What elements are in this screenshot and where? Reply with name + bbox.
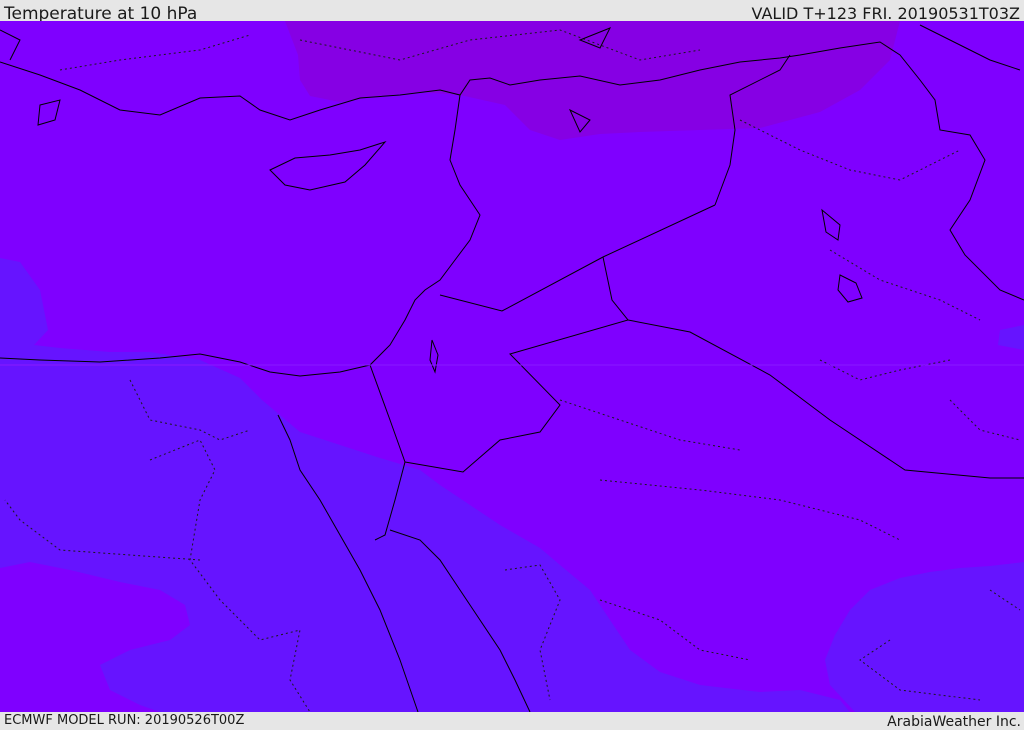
weather-map[interactable] — [0, 21, 1024, 712]
model-run: ECMWF MODEL RUN: 20190526T00Z — [4, 713, 245, 728]
credit-label: ArabiaWeather Inc. — [887, 714, 1021, 730]
footer-bar: ECMWF MODEL RUN: 20190526T00Z ArabiaWeat… — [0, 712, 1024, 730]
header-bar: Temperature at 10 hPa VALID T+123 FRI. 2… — [0, 0, 1024, 24]
